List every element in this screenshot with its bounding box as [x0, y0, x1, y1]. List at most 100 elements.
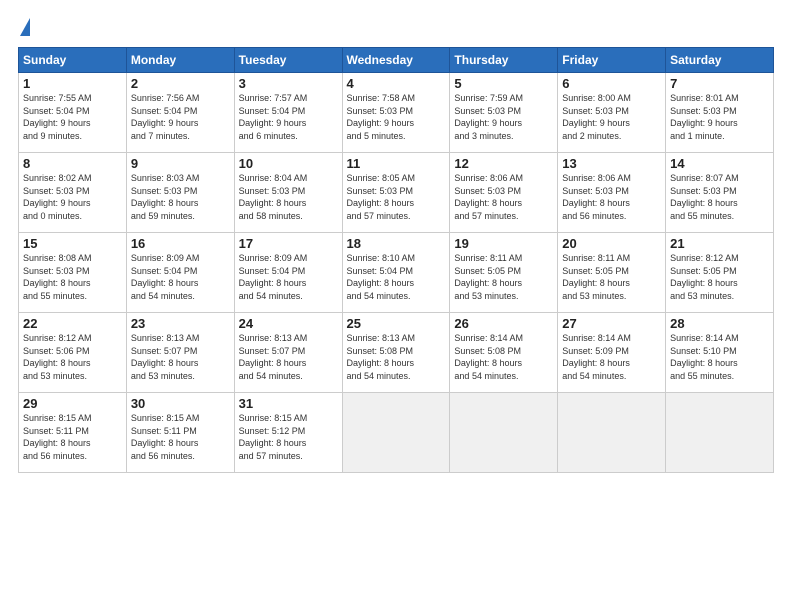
day-number: 29	[23, 396, 122, 411]
calendar-cell: 28Sunrise: 8:14 AM Sunset: 5:10 PM Dayli…	[666, 313, 774, 393]
calendar: SundayMondayTuesdayWednesdayThursdayFrid…	[18, 47, 774, 473]
calendar-cell: 31Sunrise: 8:15 AM Sunset: 5:12 PM Dayli…	[234, 393, 342, 473]
weekday-header: Friday	[558, 48, 666, 73]
calendar-cell: 21Sunrise: 8:12 AM Sunset: 5:05 PM Dayli…	[666, 233, 774, 313]
logo	[18, 18, 30, 39]
day-number: 3	[239, 76, 338, 91]
calendar-cell: 5Sunrise: 7:59 AM Sunset: 5:03 PM Daylig…	[450, 73, 558, 153]
day-info: Sunrise: 8:10 AM Sunset: 5:04 PM Dayligh…	[347, 252, 446, 302]
calendar-cell: 3Sunrise: 7:57 AM Sunset: 5:04 PM Daylig…	[234, 73, 342, 153]
day-info: Sunrise: 8:12 AM Sunset: 5:05 PM Dayligh…	[670, 252, 769, 302]
day-number: 9	[131, 156, 230, 171]
day-number: 27	[562, 316, 661, 331]
day-number: 31	[239, 396, 338, 411]
calendar-cell: 2Sunrise: 7:56 AM Sunset: 5:04 PM Daylig…	[126, 73, 234, 153]
day-info: Sunrise: 8:11 AM Sunset: 5:05 PM Dayligh…	[562, 252, 661, 302]
calendar-cell: 29Sunrise: 8:15 AM Sunset: 5:11 PM Dayli…	[19, 393, 127, 473]
day-info: Sunrise: 8:05 AM Sunset: 5:03 PM Dayligh…	[347, 172, 446, 222]
day-info: Sunrise: 8:03 AM Sunset: 5:03 PM Dayligh…	[131, 172, 230, 222]
day-info: Sunrise: 7:55 AM Sunset: 5:04 PM Dayligh…	[23, 92, 122, 142]
calendar-cell: 22Sunrise: 8:12 AM Sunset: 5:06 PM Dayli…	[19, 313, 127, 393]
day-number: 1	[23, 76, 122, 91]
day-number: 22	[23, 316, 122, 331]
calendar-cell	[666, 393, 774, 473]
day-info: Sunrise: 8:13 AM Sunset: 5:08 PM Dayligh…	[347, 332, 446, 382]
day-info: Sunrise: 8:00 AM Sunset: 5:03 PM Dayligh…	[562, 92, 661, 142]
day-info: Sunrise: 8:09 AM Sunset: 5:04 PM Dayligh…	[131, 252, 230, 302]
weekday-header: Monday	[126, 48, 234, 73]
calendar-week-row: 15Sunrise: 8:08 AM Sunset: 5:03 PM Dayli…	[19, 233, 774, 313]
day-info: Sunrise: 8:04 AM Sunset: 5:03 PM Dayligh…	[239, 172, 338, 222]
day-info: Sunrise: 8:13 AM Sunset: 5:07 PM Dayligh…	[239, 332, 338, 382]
day-number: 16	[131, 236, 230, 251]
calendar-cell: 13Sunrise: 8:06 AM Sunset: 5:03 PM Dayli…	[558, 153, 666, 233]
day-info: Sunrise: 8:02 AM Sunset: 5:03 PM Dayligh…	[23, 172, 122, 222]
calendar-cell: 17Sunrise: 8:09 AM Sunset: 5:04 PM Dayli…	[234, 233, 342, 313]
day-info: Sunrise: 7:58 AM Sunset: 5:03 PM Dayligh…	[347, 92, 446, 142]
day-info: Sunrise: 8:11 AM Sunset: 5:05 PM Dayligh…	[454, 252, 553, 302]
day-number: 21	[670, 236, 769, 251]
day-number: 25	[347, 316, 446, 331]
calendar-cell: 8Sunrise: 8:02 AM Sunset: 5:03 PM Daylig…	[19, 153, 127, 233]
calendar-cell: 12Sunrise: 8:06 AM Sunset: 5:03 PM Dayli…	[450, 153, 558, 233]
page: SundayMondayTuesdayWednesdayThursdayFrid…	[0, 0, 792, 612]
calendar-cell: 14Sunrise: 8:07 AM Sunset: 5:03 PM Dayli…	[666, 153, 774, 233]
day-number: 12	[454, 156, 553, 171]
calendar-cell: 4Sunrise: 7:58 AM Sunset: 5:03 PM Daylig…	[342, 73, 450, 153]
calendar-cell: 6Sunrise: 8:00 AM Sunset: 5:03 PM Daylig…	[558, 73, 666, 153]
day-number: 4	[347, 76, 446, 91]
calendar-cell: 16Sunrise: 8:09 AM Sunset: 5:04 PM Dayli…	[126, 233, 234, 313]
calendar-body: 1Sunrise: 7:55 AM Sunset: 5:04 PM Daylig…	[19, 73, 774, 473]
logo-icon	[20, 18, 30, 36]
day-info: Sunrise: 8:14 AM Sunset: 5:10 PM Dayligh…	[670, 332, 769, 382]
calendar-week-row: 8Sunrise: 8:02 AM Sunset: 5:03 PM Daylig…	[19, 153, 774, 233]
day-info: Sunrise: 8:06 AM Sunset: 5:03 PM Dayligh…	[454, 172, 553, 222]
calendar-cell: 26Sunrise: 8:14 AM Sunset: 5:08 PM Dayli…	[450, 313, 558, 393]
calendar-cell	[450, 393, 558, 473]
day-number: 18	[347, 236, 446, 251]
calendar-cell: 30Sunrise: 8:15 AM Sunset: 5:11 PM Dayli…	[126, 393, 234, 473]
day-info: Sunrise: 8:15 AM Sunset: 5:11 PM Dayligh…	[23, 412, 122, 462]
calendar-week-row: 29Sunrise: 8:15 AM Sunset: 5:11 PM Dayli…	[19, 393, 774, 473]
day-number: 19	[454, 236, 553, 251]
calendar-cell: 19Sunrise: 8:11 AM Sunset: 5:05 PM Dayli…	[450, 233, 558, 313]
day-number: 8	[23, 156, 122, 171]
weekday-header: Wednesday	[342, 48, 450, 73]
day-number: 6	[562, 76, 661, 91]
calendar-cell: 15Sunrise: 8:08 AM Sunset: 5:03 PM Dayli…	[19, 233, 127, 313]
calendar-cell: 1Sunrise: 7:55 AM Sunset: 5:04 PM Daylig…	[19, 73, 127, 153]
weekday-row: SundayMondayTuesdayWednesdayThursdayFrid…	[19, 48, 774, 73]
day-info: Sunrise: 7:57 AM Sunset: 5:04 PM Dayligh…	[239, 92, 338, 142]
day-number: 17	[239, 236, 338, 251]
day-info: Sunrise: 8:12 AM Sunset: 5:06 PM Dayligh…	[23, 332, 122, 382]
day-info: Sunrise: 7:56 AM Sunset: 5:04 PM Dayligh…	[131, 92, 230, 142]
calendar-cell: 27Sunrise: 8:14 AM Sunset: 5:09 PM Dayli…	[558, 313, 666, 393]
calendar-cell: 25Sunrise: 8:13 AM Sunset: 5:08 PM Dayli…	[342, 313, 450, 393]
calendar-week-row: 22Sunrise: 8:12 AM Sunset: 5:06 PM Dayli…	[19, 313, 774, 393]
weekday-header: Thursday	[450, 48, 558, 73]
calendar-cell: 10Sunrise: 8:04 AM Sunset: 5:03 PM Dayli…	[234, 153, 342, 233]
weekday-header: Sunday	[19, 48, 127, 73]
day-info: Sunrise: 8:06 AM Sunset: 5:03 PM Dayligh…	[562, 172, 661, 222]
day-number: 20	[562, 236, 661, 251]
weekday-header: Tuesday	[234, 48, 342, 73]
calendar-cell: 11Sunrise: 8:05 AM Sunset: 5:03 PM Dayli…	[342, 153, 450, 233]
day-info: Sunrise: 8:09 AM Sunset: 5:04 PM Dayligh…	[239, 252, 338, 302]
day-info: Sunrise: 8:15 AM Sunset: 5:12 PM Dayligh…	[239, 412, 338, 462]
calendar-cell: 23Sunrise: 8:13 AM Sunset: 5:07 PM Dayli…	[126, 313, 234, 393]
day-number: 28	[670, 316, 769, 331]
day-info: Sunrise: 8:14 AM Sunset: 5:09 PM Dayligh…	[562, 332, 661, 382]
day-info: Sunrise: 8:01 AM Sunset: 5:03 PM Dayligh…	[670, 92, 769, 142]
day-info: Sunrise: 8:13 AM Sunset: 5:07 PM Dayligh…	[131, 332, 230, 382]
day-number: 10	[239, 156, 338, 171]
calendar-cell	[342, 393, 450, 473]
day-number: 24	[239, 316, 338, 331]
header	[18, 18, 774, 39]
day-number: 26	[454, 316, 553, 331]
calendar-cell: 24Sunrise: 8:13 AM Sunset: 5:07 PM Dayli…	[234, 313, 342, 393]
calendar-cell: 7Sunrise: 8:01 AM Sunset: 5:03 PM Daylig…	[666, 73, 774, 153]
day-number: 5	[454, 76, 553, 91]
day-number: 23	[131, 316, 230, 331]
day-number: 13	[562, 156, 661, 171]
day-info: Sunrise: 8:08 AM Sunset: 5:03 PM Dayligh…	[23, 252, 122, 302]
